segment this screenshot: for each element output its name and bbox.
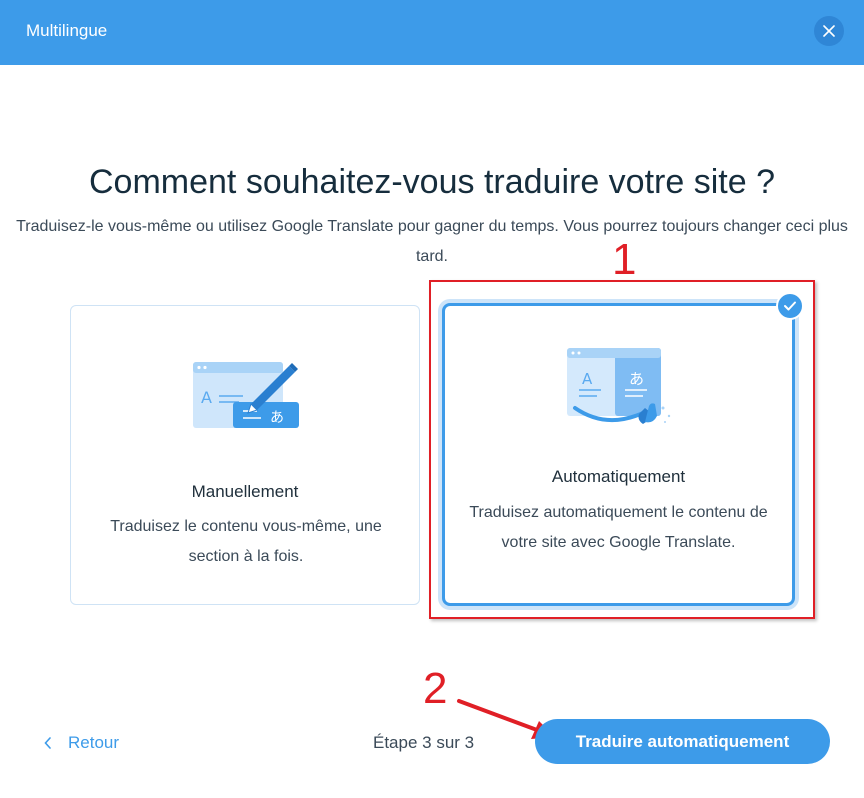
back-button[interactable]: Retour	[44, 730, 119, 756]
checkmark-icon	[784, 301, 796, 311]
chevron-left-icon	[44, 737, 52, 749]
manual-translate-illustration: A あ	[191, 358, 303, 443]
option-card-automatic[interactable]: A あ Automatiquement Traduisez automatiqu…	[442, 303, 795, 606]
option-description: Traduisez le contenu vous-même, une sect…	[110, 518, 382, 565]
close-icon	[823, 25, 835, 37]
option-title: Manuellement	[191, 482, 299, 501]
translate-automatically-button[interactable]: Traduire automatiquement	[535, 719, 830, 764]
close-button[interactable]	[814, 16, 844, 46]
option-description: Traduisez automatiquement le contenu de …	[469, 504, 768, 551]
svg-text:あ: あ	[629, 370, 644, 388]
auto-translate-illustration: A あ	[567, 346, 677, 441]
annotation-number-1: 1	[612, 235, 637, 284]
svg-text:A: A	[201, 388, 212, 407]
option-card-manual[interactable]: A あ Manuellement Traduisez le contenu vo…	[70, 305, 420, 605]
modal-title: Multilingue	[26, 21, 108, 40]
modal-header: Multilingue	[0, 0, 864, 65]
option-title: Automatiquement	[551, 467, 686, 486]
page-heading: Comment souhaitez-vous traduire votre si…	[89, 163, 775, 201]
step-indicator: Étape 3 sur 3	[373, 733, 475, 752]
page-subtitle: Traduisez-le vous-même ou utilisez Googl…	[16, 218, 848, 265]
selected-check-badge	[776, 292, 804, 320]
svg-text:A: A	[582, 370, 593, 388]
annotation-number-2: 2	[423, 664, 448, 713]
svg-text:あ: あ	[270, 410, 284, 426]
back-label: Retour	[68, 733, 120, 752]
